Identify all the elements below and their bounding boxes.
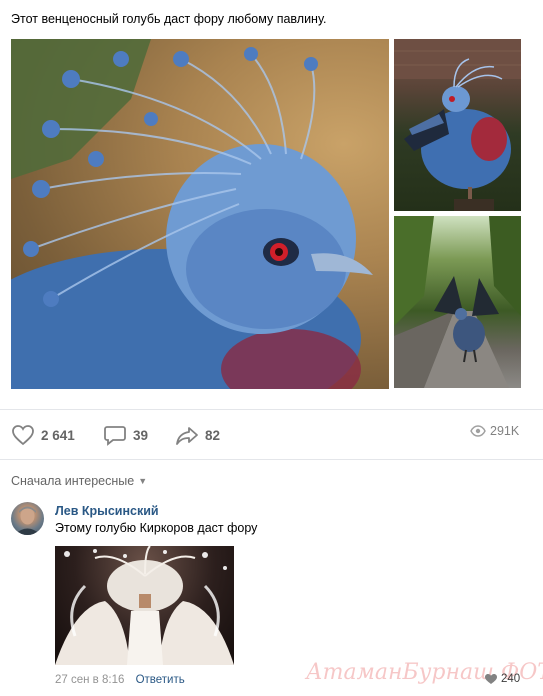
reply-link[interactable]: Ответить xyxy=(136,674,185,686)
eye-icon xyxy=(470,425,486,437)
user-photo-icon xyxy=(14,506,41,535)
heart-icon xyxy=(12,425,34,446)
comment-author[interactable]: Лев Крысинский xyxy=(55,504,159,518)
share-count: 82 xyxy=(205,427,221,443)
like-count: 2 641 xyxy=(41,427,75,443)
post-photo-secondary[interactable] xyxy=(394,39,521,211)
comment-like-button[interactable]: 240 xyxy=(484,673,520,685)
views-count: 291K xyxy=(490,424,520,438)
share-icon xyxy=(176,427,198,445)
avatar[interactable] xyxy=(11,502,44,535)
pigeon-path-image xyxy=(394,216,521,388)
chevron-down-icon: ▼ xyxy=(138,476,148,486)
feathered-costume-image xyxy=(55,546,234,665)
comment-date: 27 сен в 8:16 xyxy=(55,674,125,686)
pigeon-closeup-image xyxy=(11,39,373,389)
like-button[interactable]: 2 641 xyxy=(11,424,75,446)
divider-bottom xyxy=(0,459,543,460)
comment-meta: 27 сен в 8:16 Ответить xyxy=(55,674,185,686)
sort-label: Сначала интересные xyxy=(11,474,135,488)
post-photo-main[interactable] xyxy=(11,39,389,389)
comment-icon xyxy=(104,426,126,446)
comments-sort-dropdown[interactable]: Сначала интересные ▼ xyxy=(11,474,147,488)
post-actions-bar: 2 641 39 82 291K xyxy=(0,416,543,452)
comment-photo[interactable] xyxy=(55,546,234,665)
post-text: Этот венценосный голубь даст фору любому… xyxy=(11,12,327,26)
pigeon-wings-image xyxy=(394,39,521,211)
comment-like-count: 240 xyxy=(501,673,521,685)
heart-icon xyxy=(485,674,497,684)
share-button[interactable]: 82 xyxy=(175,424,220,446)
comment-button[interactable]: 39 xyxy=(103,424,148,446)
post-photo-tertiary[interactable] xyxy=(394,216,521,388)
views-counter: 291K xyxy=(470,424,519,438)
divider-top xyxy=(0,409,543,410)
comment-count: 39 xyxy=(133,427,149,443)
comment-text: Этому голубю Киркоров даст фору xyxy=(55,521,258,535)
